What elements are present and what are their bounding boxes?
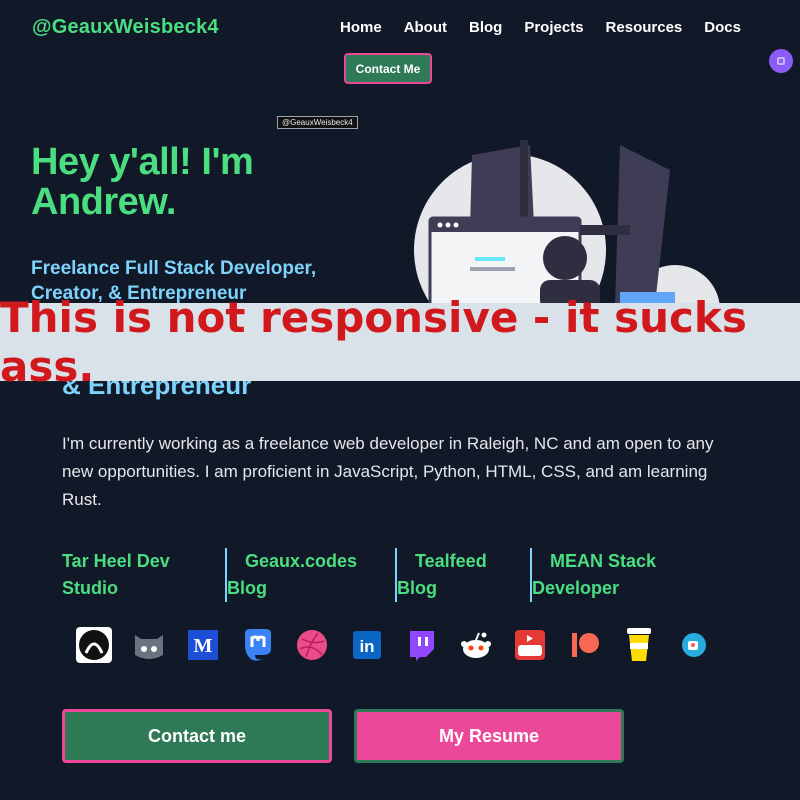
buymeacoffee-icon[interactable]	[621, 627, 657, 663]
link-line: Blog	[397, 578, 437, 598]
medium-icon[interactable]: M	[185, 627, 221, 663]
link-geaux-codes-blog[interactable]: Geaux.codes Blog	[227, 548, 357, 602]
nav-docs[interactable]: Docs	[704, 19, 741, 36]
link-tealfeed-blog[interactable]: Tealfeed Blog	[397, 548, 487, 602]
nav-home[interactable]: Home	[340, 19, 382, 36]
nav-blog[interactable]: Blog	[469, 19, 502, 36]
youtube-icon[interactable]	[512, 627, 548, 663]
nav-projects[interactable]: Projects	[524, 19, 583, 36]
hero-illustration	[410, 140, 720, 305]
moon-icon	[777, 57, 785, 65]
brand-logo-text[interactable]: @GeauxWeisbeck4	[32, 16, 219, 39]
theme-toggle-button[interactable]	[769, 49, 793, 73]
overlay-banner: This is not responsive - it sucks ass.	[0, 293, 800, 391]
contact-me-button[interactable]: Contact me	[62, 709, 332, 763]
reddit-icon[interactable]	[458, 627, 494, 663]
nav-about[interactable]: About	[404, 19, 447, 36]
kofi-icon[interactable]	[676, 627, 712, 663]
link-line: Developer	[532, 578, 620, 598]
project-links: Tar Heel Dev Studio Geaux.codes Blog Tea…	[62, 548, 742, 603]
hero-title-line: Andrew.	[31, 181, 177, 223]
linkedin-icon[interactable]: in	[349, 627, 385, 663]
link-line: Blog	[227, 578, 267, 598]
my-resume-button[interactable]: My Resume	[354, 709, 624, 763]
link-line: Studio	[62, 578, 118, 598]
tooltip: @GeauxWeisbeck4	[277, 116, 358, 129]
social-icons: M in	[76, 627, 730, 663]
hero-title-line: Hey y'all! I'm	[31, 141, 254, 183]
medium-letter: M	[194, 635, 213, 657]
dribbble-icon[interactable]	[294, 627, 330, 663]
hero-subtitle-line: Freelance Full Stack Developer,	[31, 258, 317, 279]
link-line: Tealfeed	[415, 551, 487, 571]
header-contact-button[interactable]: Contact Me	[344, 53, 432, 84]
twitch-icon[interactable]	[403, 627, 439, 663]
link-mean-stack-developer[interactable]: MEAN Stack Developer	[532, 548, 656, 602]
banner-text: This is not responsive - it sucks ass.	[0, 293, 747, 391]
github-octocat-icon[interactable]	[76, 627, 112, 663]
link-tar-heel-dev-studio[interactable]: Tar Heel Dev Studio	[62, 548, 170, 602]
link-line: Geaux.codes	[245, 551, 358, 571]
link-line: MEAN Stack	[550, 551, 657, 571]
patreon-icon[interactable]	[567, 627, 603, 663]
github-cat-icon[interactable]	[131, 627, 167, 663]
bio-text: I'm currently working as a freelance web…	[62, 434, 714, 509]
main-nav: Home About Blog Projects Resources Docs	[340, 19, 763, 36]
hero-title: Hey y'all! I'm Andrew.	[31, 142, 331, 222]
linkedin-letters: in	[359, 637, 374, 656]
nav-resources[interactable]: Resources	[606, 19, 683, 36]
link-line: Tar Heel Dev	[62, 551, 170, 571]
mastodon-icon[interactable]	[240, 627, 276, 663]
